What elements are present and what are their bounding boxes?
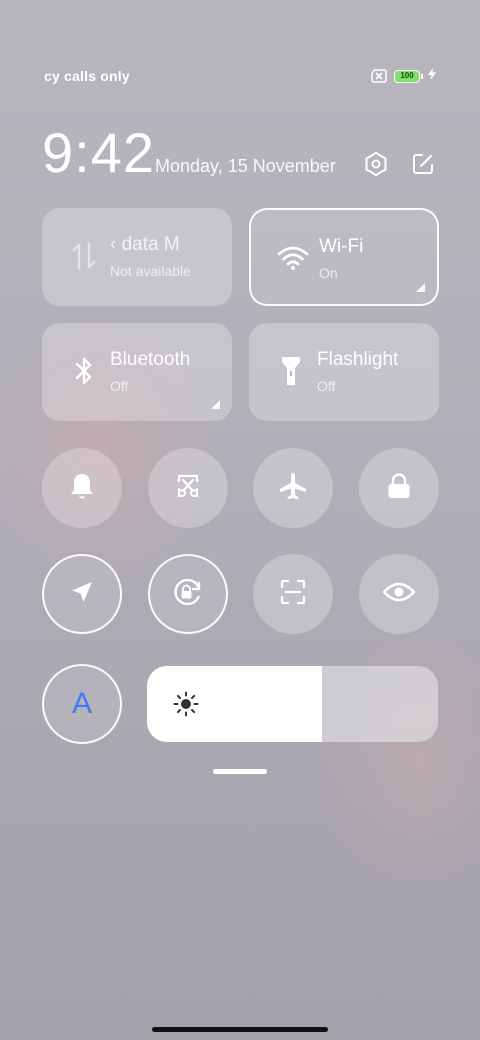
lock-icon <box>386 472 412 505</box>
ring-mode-toggle[interactable] <box>42 448 122 528</box>
scan-icon <box>279 578 307 611</box>
reading-mode-toggle[interactable] <box>359 554 439 634</box>
auto-brightness-toggle[interactable]: A <box>42 664 122 744</box>
airplane-mode-toggle[interactable] <box>253 448 333 528</box>
bell-icon <box>68 471 96 506</box>
location-arrow-icon <box>69 579 95 610</box>
carrier-status-text: cy calls only <box>44 68 130 84</box>
screenshot-icon <box>174 472 202 505</box>
eye-icon <box>382 581 416 608</box>
wifi-expand-corner[interactable] <box>416 283 425 292</box>
bluetooth-title: Bluetooth <box>110 349 191 370</box>
flashlight-status: Off <box>317 378 336 394</box>
home-indicator[interactable] <box>152 1027 328 1032</box>
bluetooth-status: Off <box>110 378 129 394</box>
settings-icon[interactable] <box>362 150 390 178</box>
charging-icon <box>428 67 436 85</box>
wifi-tile[interactable]: Wi-Fi On <box>249 208 439 306</box>
wifi-title: Wi-Fi <box>319 236 364 257</box>
scanner-toggle[interactable] <box>253 554 333 634</box>
flashlight-tile[interactable]: Flashlight Off <box>249 323 439 421</box>
bluetooth-expand-corner[interactable] <box>211 400 220 409</box>
airplane-icon <box>278 471 308 506</box>
sun-icon <box>172 690 200 718</box>
wifi-status: On <box>319 265 338 281</box>
status-icons: 100 <box>370 68 436 84</box>
auto-brightness-label: A <box>71 687 92 720</box>
no-sim-icon <box>370 69 388 83</box>
panel-drag-handle[interactable] <box>213 769 267 774</box>
bluetooth-tile[interactable]: Bluetooth Off <box>42 323 232 421</box>
clock-time: 9:42 <box>42 121 155 184</box>
mobile-data-title: ‹ data M <box>110 234 180 255</box>
wifi-icon <box>277 242 309 274</box>
mobile-data-tile[interactable]: ‹ data M Not available <box>42 208 232 306</box>
flashlight-icon <box>275 355 307 387</box>
brightness-slider[interactable] <box>147 666 438 742</box>
mobile-data-icon <box>68 240 100 272</box>
location-toggle[interactable] <box>42 554 122 634</box>
bluetooth-icon <box>68 355 100 387</box>
battery-icon: 100 <box>394 69 423 83</box>
screenshot-toggle[interactable] <box>148 448 228 528</box>
battery-level-text: 100 <box>400 71 414 80</box>
lock-screen-toggle[interactable] <box>359 448 439 528</box>
mobile-data-status: Not available <box>110 263 191 279</box>
auto-rotate-toggle[interactable] <box>148 554 228 634</box>
rotation-lock-icon <box>170 576 206 613</box>
edit-icon[interactable] <box>409 150 437 178</box>
date-text: Monday, 15 November <box>155 156 336 176</box>
flashlight-title: Flashlight <box>317 349 399 370</box>
